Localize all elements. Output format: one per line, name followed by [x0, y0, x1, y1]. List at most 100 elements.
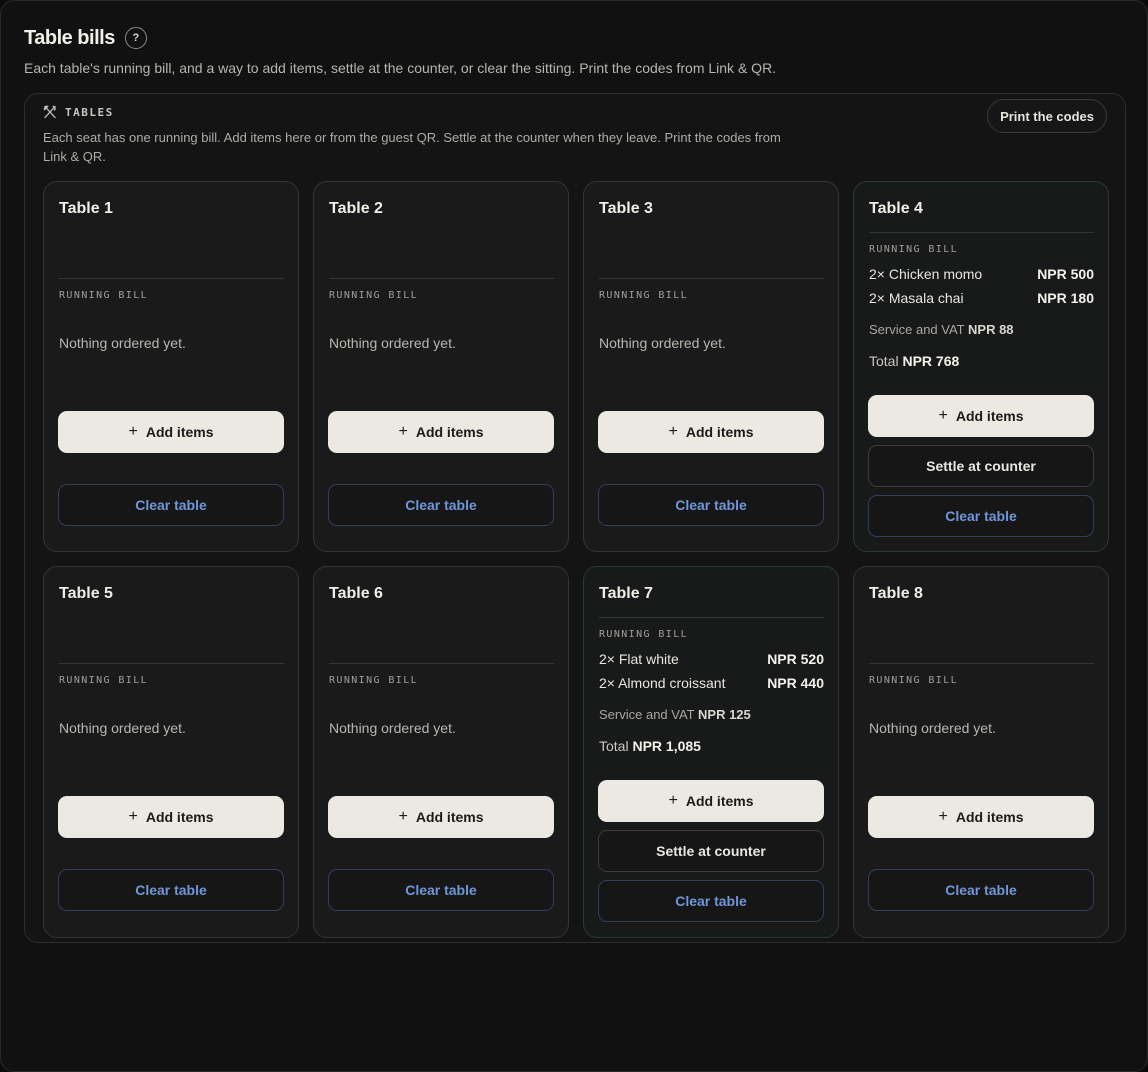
total-amount: NPR 768 — [902, 353, 960, 369]
service-amount: NPR 88 — [968, 322, 1014, 337]
panel-label: TABLES — [65, 105, 114, 119]
plus-icon: + — [128, 808, 138, 825]
plus-icon: + — [128, 423, 138, 440]
table-card: Table 7 RUNNING BILL 2× Flat white NPR 520 2… — [583, 566, 839, 938]
add-items-button[interactable]: + Add items — [598, 780, 824, 822]
title-row: Table bills ? — [24, 25, 1124, 51]
page-header: Table bills ? Each table's running bill,… — [24, 25, 1124, 77]
clear-table-button[interactable]: Clear table — [58, 869, 284, 911]
running-bill-label: RUNNING BILL — [329, 290, 419, 301]
add-items-button[interactable]: + Add items — [868, 395, 1094, 437]
table-name: Table 6 — [329, 585, 383, 602]
bill-amount: NPR 440 — [767, 675, 824, 691]
bill-amount: NPR 500 — [1037, 266, 1094, 282]
clear-table-button[interactable]: Clear table — [598, 880, 824, 922]
table-name: Table 3 — [599, 200, 653, 217]
panel-label-row: TABLES — [43, 105, 1107, 119]
settle-at-counter-button[interactable]: Settle at counter — [598, 830, 824, 872]
bill-item: 2× Chicken momo — [869, 266, 983, 282]
clear-table-button[interactable]: Clear table — [328, 484, 554, 526]
plus-icon: + — [668, 423, 678, 440]
table-name: Table 7 — [599, 585, 653, 602]
service-label: Service and VAT — [599, 707, 695, 722]
service-amount: NPR 125 — [698, 707, 751, 722]
add-items-button[interactable]: + Add items — [868, 796, 1094, 838]
bill-line: 2× Masala chai NPR 180 — [869, 286, 1094, 310]
tables-panel: TABLES Each seat has one running bill. A… — [24, 93, 1126, 943]
card-divider — [329, 278, 554, 279]
clear-table-button[interactable]: Clear table — [868, 869, 1094, 911]
settle-at-counter-button[interactable]: Settle at counter — [868, 445, 1094, 487]
total-row: Total NPR 768 — [869, 353, 959, 369]
bill-item: 2× Masala chai — [869, 290, 964, 306]
bill-lines: 2× Flat white NPR 520 2× Almond croissant N… — [599, 647, 824, 695]
empty-bill-text: Nothing ordered yet. — [599, 335, 726, 351]
total-label: Total — [869, 353, 899, 369]
bill-item: 2× Almond croissant — [599, 675, 726, 691]
table-card: Table 2 RUNNING BILL Nothing ordered yet. +… — [313, 181, 569, 552]
running-bill-label: RUNNING BILL — [59, 675, 149, 686]
table-name: Table 4 — [869, 200, 923, 217]
table-card: Table 1 RUNNING BILL Nothing ordered yet. +… — [43, 181, 299, 552]
service-vat-row: Service and VAT NPR 125 — [599, 707, 751, 722]
add-items-button[interactable]: + Add items — [58, 411, 284, 453]
table-card: Table 5 RUNNING BILL Nothing ordered yet. +… — [43, 566, 299, 938]
add-items-label: Add items — [955, 408, 1024, 424]
page-title: Table bills — [24, 26, 115, 49]
plus-icon: + — [938, 808, 948, 825]
add-items-label: Add items — [415, 424, 484, 440]
empty-bill-text: Nothing ordered yet. — [59, 335, 186, 351]
empty-bill-text: Nothing ordered yet. — [329, 335, 456, 351]
bill-amount: NPR 520 — [767, 651, 824, 667]
card-divider — [599, 617, 824, 618]
clear-table-button[interactable]: Clear table — [328, 869, 554, 911]
clear-table-button[interactable]: Clear table — [598, 484, 824, 526]
add-items-button[interactable]: + Add items — [328, 796, 554, 838]
running-bill-label: RUNNING BILL — [869, 244, 959, 255]
running-bill-label: RUNNING BILL — [329, 675, 419, 686]
help-icon[interactable]: ? — [124, 27, 147, 49]
add-items-label: Add items — [685, 424, 754, 440]
panel-header: TABLES Each seat has one running bill. A… — [43, 105, 1107, 166]
empty-bill-text: Nothing ordered yet. — [869, 720, 996, 736]
empty-bill-text: Nothing ordered yet. — [59, 720, 186, 736]
plus-icon: + — [938, 407, 948, 424]
table-bills-app: Table bills ? Each table's running bill,… — [0, 0, 1148, 1072]
add-items-label: Add items — [955, 809, 1024, 825]
bill-amount: NPR 180 — [1037, 290, 1094, 306]
utensils-icon — [43, 105, 56, 119]
total-label: Total — [599, 738, 629, 754]
card-divider — [869, 232, 1094, 233]
print-codes-button[interactable]: Print the codes — [987, 99, 1107, 133]
empty-bill-text: Nothing ordered yet. — [329, 720, 456, 736]
clear-table-button[interactable]: Clear table — [868, 495, 1094, 537]
add-items-label: Add items — [145, 809, 214, 825]
tables-grid: Table 1 RUNNING BILL Nothing ordered yet. +… — [43, 181, 1109, 938]
bill-item: 2× Flat white — [599, 651, 679, 667]
add-items-label: Add items — [415, 809, 484, 825]
card-divider — [59, 663, 284, 664]
bill-line: 2× Almond croissant NPR 440 — [599, 671, 824, 695]
card-divider — [599, 278, 824, 279]
card-divider — [329, 663, 554, 664]
bill-line: 2× Chicken momo NPR 500 — [869, 262, 1094, 286]
table-card: Table 8 RUNNING BILL Nothing ordered yet. +… — [853, 566, 1109, 938]
clear-table-button[interactable]: Clear table — [58, 484, 284, 526]
add-items-label: Add items — [685, 793, 754, 809]
panel-description: Each seat has one running bill. Add item… — [43, 130, 781, 164]
service-label: Service and VAT — [869, 322, 965, 337]
total-row: Total NPR 1,085 — [599, 738, 701, 754]
plus-icon: + — [398, 808, 408, 825]
table-card: Table 3 RUNNING BILL Nothing ordered yet. +… — [583, 181, 839, 552]
add-items-button[interactable]: + Add items — [58, 796, 284, 838]
add-items-button[interactable]: + Add items — [598, 411, 824, 453]
running-bill-label: RUNNING BILL — [869, 675, 959, 686]
table-name: Table 5 — [59, 585, 113, 602]
add-items-button[interactable]: + Add items — [328, 411, 554, 453]
table-name: Table 1 — [59, 200, 113, 217]
plus-icon: + — [398, 423, 408, 440]
table-card: Table 4 RUNNING BILL 2× Chicken momo NPR 50… — [853, 181, 1109, 552]
bill-lines: 2× Chicken momo NPR 500 2× Masala chai NPR … — [869, 262, 1094, 310]
running-bill-label: RUNNING BILL — [59, 290, 149, 301]
card-divider — [59, 278, 284, 279]
